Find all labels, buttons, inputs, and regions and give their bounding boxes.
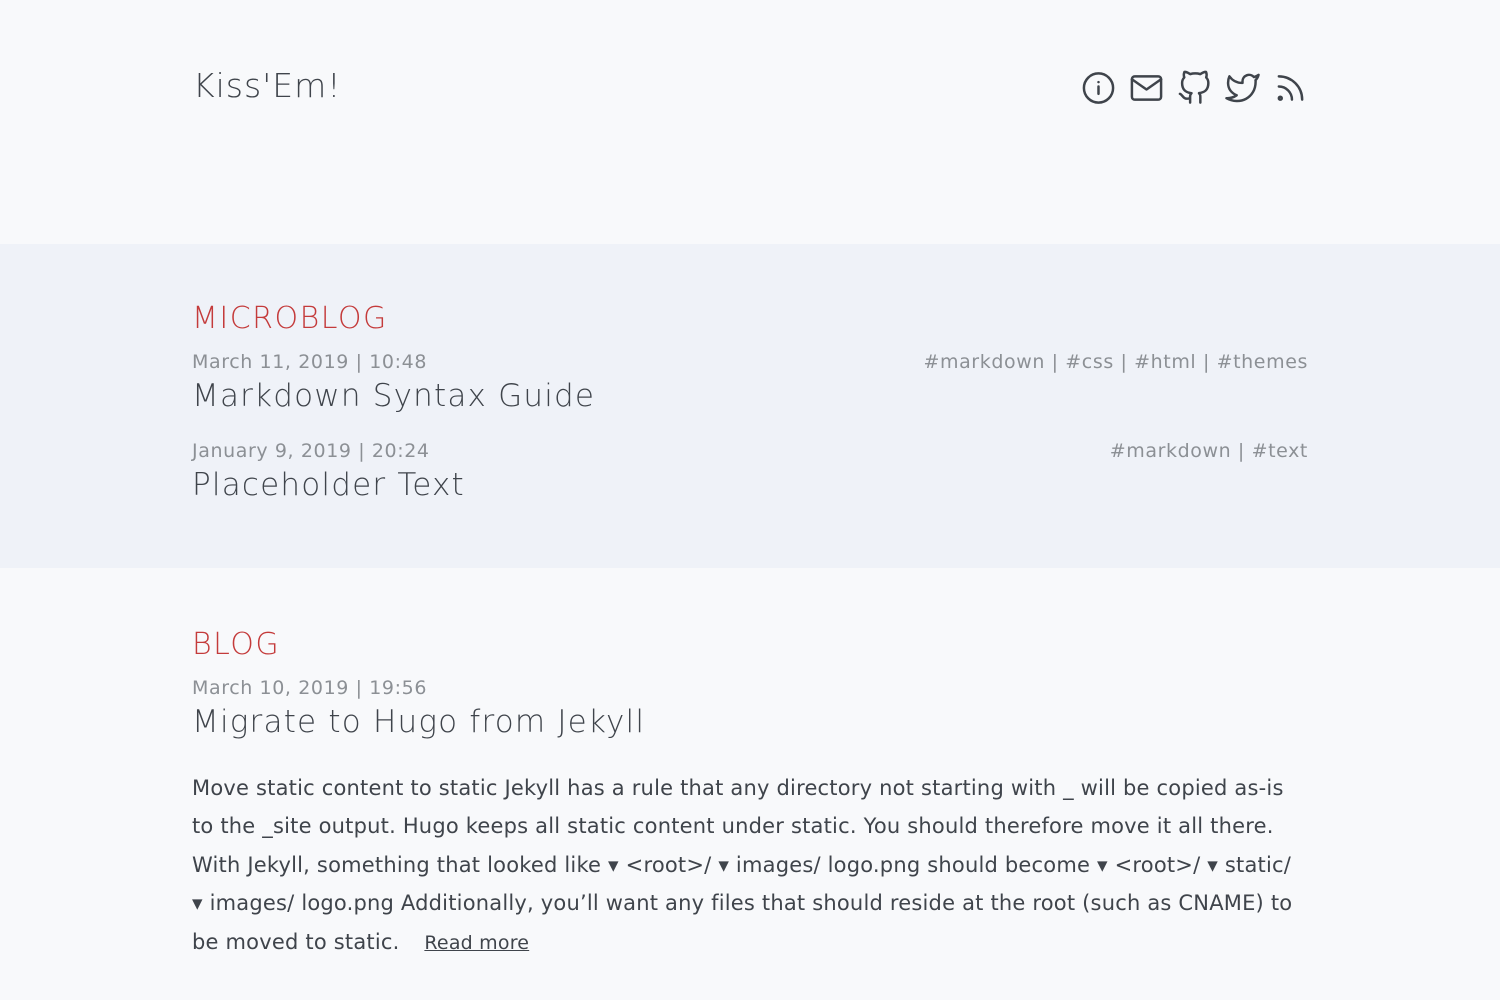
twitter-link[interactable] [1225, 70, 1260, 106]
microblog-section: MICROBLOG March 11, 2019 | 10:48 #markdo… [0, 244, 1500, 568]
github-link[interactable] [1177, 70, 1212, 106]
read-more-link[interactable]: Read more [424, 932, 529, 954]
twitter-icon [1225, 73, 1260, 103]
social-nav [1081, 70, 1308, 106]
blog-entry: March 10, 2019 | 19:56 Migrate to Hugo f… [192, 674, 1308, 962]
post-tags: #markdown | #text [1110, 437, 1308, 465]
post-title-link[interactable]: Placeholder Text [192, 465, 465, 505]
post-summary: Move static content to static Jekyll has… [192, 769, 1308, 962]
microblog-entry: March 11, 2019 | 10:48 #markdown | #css … [192, 348, 1308, 437]
post-date: March 10, 2019 | 19:56 [192, 677, 428, 699]
site-header: Kiss'Em! [0, 0, 1500, 244]
rss-icon [1277, 75, 1304, 101]
microblog-entry: January 9, 2019 | 20:24 #markdown | #tex… [192, 437, 1308, 526]
site-title-link[interactable]: Kiss'Em! [193, 66, 342, 105]
post-title-link[interactable]: Migrate to Hugo from Jekyll [192, 702, 645, 742]
post-summary-text: Move static content to static Jekyll has… [192, 776, 1293, 954]
blog-heading: BLOG [192, 627, 281, 662]
tag-links[interactable]: #markdown | #text [1110, 440, 1308, 462]
mail-icon [1130, 75, 1163, 101]
blog-section: BLOG March 10, 2019 | 19:56 Migrate to H… [0, 568, 1500, 962]
post-tags: #markdown | #css | #html | #themes [923, 348, 1308, 376]
email-link[interactable] [1129, 70, 1164, 106]
about-link[interactable] [1081, 70, 1116, 106]
github-icon [1178, 70, 1210, 104]
info-icon [1082, 72, 1115, 104]
tag-links[interactable]: #markdown | #css | #html | #themes [923, 351, 1308, 373]
rss-link[interactable] [1273, 70, 1308, 106]
post-title-link[interactable]: Markdown Syntax Guide [192, 376, 595, 416]
microblog-heading: MICROBLOG [192, 301, 388, 336]
